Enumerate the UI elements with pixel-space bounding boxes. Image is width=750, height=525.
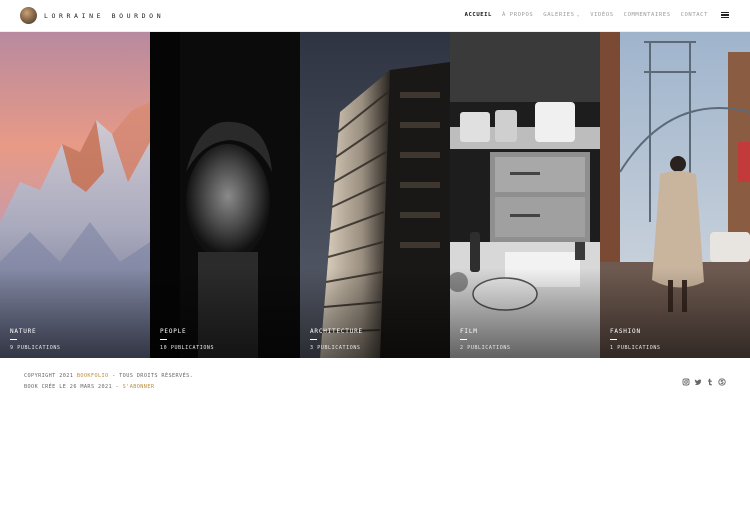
gallery-panel-people[interactable]: PEOPLE 10 PUBLICATIONS — [150, 32, 300, 358]
nav-item-galeries-label: GALERIES — [543, 12, 575, 18]
copyright-suffix: - TOUS DROITS RÉSERVÉS. — [112, 373, 194, 379]
gallery-count: 2 PUBLICATIONS — [460, 345, 511, 351]
gallery-count: 10 PUBLICATIONS — [160, 345, 215, 351]
twitter-icon[interactable] — [694, 371, 702, 386]
avatar[interactable] — [20, 7, 37, 24]
copyright-prefix: COPYRIGHT 2021 — [24, 373, 74, 379]
nav-item-accueil[interactable]: ACCUEIL — [465, 12, 492, 18]
gallery-name: PEOPLE — [160, 328, 187, 335]
bookfolio-link[interactable]: BOOKFOLIO — [77, 373, 109, 379]
site-title[interactable]: LORRAINE BOURDON — [44, 12, 164, 20]
gallery-count: 9 PUBLICATIONS — [10, 345, 61, 351]
nav-item-a-propos[interactable]: À PROPOS — [502, 12, 533, 18]
nav-item-galeries[interactable]: GALERIES ⌄ — [543, 12, 580, 18]
chevron-down-icon: ⌄ — [576, 12, 581, 18]
gallery-panel-nature[interactable]: NATURE 9 PUBLICATIONS — [0, 32, 150, 358]
nav-item-commentaires[interactable]: COMMENTAIRES — [624, 12, 671, 18]
hamburger-menu-icon[interactable] — [721, 12, 729, 19]
created-text: BOOK CRÉE LE 26 MARS 2021 - — [24, 383, 120, 390]
main-nav: ACCUEIL À PROPOS GALERIES ⌄ VIDÉOS COMMEN… — [465, 12, 708, 18]
site-footer: COPYRIGHT 2021 BOOKFOLIO - TOUS DROITS R… — [24, 371, 193, 392]
gallery-count: 3 PUBLICATIONS — [310, 345, 361, 351]
social-links — [682, 371, 726, 386]
gallery-panel-fashion[interactable]: FASHION 1 PUBLICATIONS — [600, 32, 750, 358]
gallery-name: FASHION — [610, 328, 641, 335]
gallery-panel-architecture[interactable]: ARCHITECTURE 3 PUBLICATIONS — [300, 32, 450, 358]
gallery-name: ARCHITECTURE — [310, 328, 363, 335]
skype-icon[interactable] — [718, 371, 726, 386]
tumblr-icon[interactable] — [706, 371, 714, 386]
gallery-panel-film[interactable]: FILM 2 PUBLICATIONS — [450, 32, 600, 358]
nav-item-contact[interactable]: CONTACT — [681, 12, 708, 18]
gallery-name: NATURE — [10, 328, 37, 335]
gallery-grid: NATURE 9 PUBLICATIONS PEOPLE 10 PUBLICAT… — [0, 32, 750, 358]
instagram-icon[interactable] — [682, 371, 690, 386]
gallery-count: 1 PUBLICATIONS — [610, 345, 661, 351]
copyright-line: COPYRIGHT 2021 BOOKFOLIO - TOUS DROITS R… — [24, 371, 193, 382]
created-line: BOOK CRÉE LE 26 MARS 2021 - S'ABONNER — [24, 382, 193, 393]
nav-item-videos[interactable]: VIDÉOS — [590, 12, 613, 18]
subscribe-link[interactable]: S'ABONNER — [123, 384, 155, 390]
gallery-name: FILM — [460, 328, 478, 335]
site-header: LORRAINE BOURDON ACCUEIL À PROPOS GALERI… — [0, 0, 750, 32]
